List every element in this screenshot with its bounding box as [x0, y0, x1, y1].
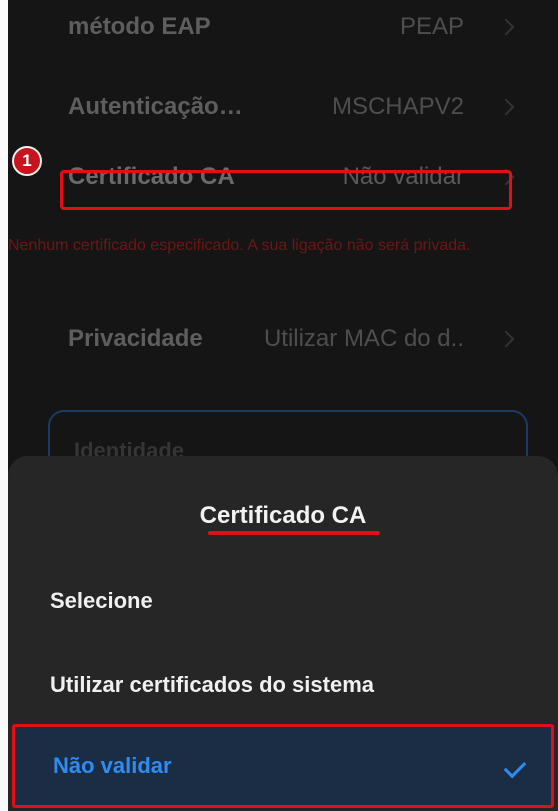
authentication-label: Autenticação…: [68, 93, 243, 120]
eap-method-label: método EAP: [68, 13, 211, 40]
authentication-row[interactable]: Autenticação… MSCHAPV2: [8, 82, 558, 132]
option-label: Utilizar certificados do sistema: [50, 672, 374, 697]
eap-method-row[interactable]: método EAP PEAP: [8, 2, 558, 52]
certificate-warning: Nenhum certificado especificado. A sua l…: [8, 237, 471, 254]
sheet-title: Certificado CA: [199, 502, 367, 529]
chevron-right-icon: [497, 330, 515, 348]
option-select[interactable]: Selecione: [8, 570, 558, 632]
authentication-value: MSCHAPV2: [331, 93, 464, 120]
check-icon: [503, 755, 527, 779]
chevron-right-icon: [497, 98, 515, 116]
phone-screen: método EAP PEAP Autenticação… MSCHAPV2 C…: [8, 0, 558, 811]
privacy-label: Privacidade: [68, 325, 203, 352]
option-label: Não validar: [53, 753, 172, 778]
privacy-row[interactable]: Privacidade Utilizar MAC do d..: [8, 314, 558, 364]
title-underline-highlight: [208, 531, 380, 535]
option-use-system-certificates[interactable]: Utilizar certificados do sistema: [8, 654, 558, 716]
option-do-not-validate[interactable]: Não validar: [12, 724, 554, 808]
ca-certificate-highlight: [60, 170, 512, 210]
option-label: Selecione: [50, 588, 153, 613]
step-badge: 1: [12, 146, 42, 176]
privacy-value: Utilizar MAC do d..: [263, 325, 464, 352]
eap-method-value: PEAP: [399, 13, 464, 40]
chevron-right-icon: [497, 18, 515, 36]
